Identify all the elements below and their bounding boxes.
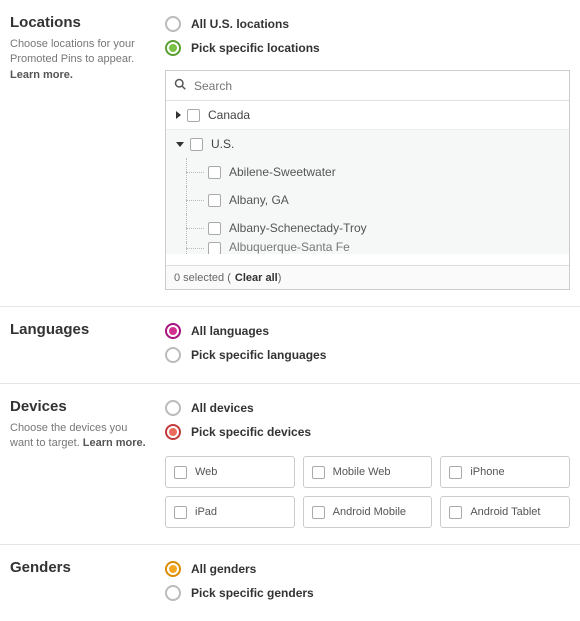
tree-child[interactable]: Albany, GA	[166, 186, 569, 214]
learn-more-link[interactable]: Learn more.	[83, 437, 146, 449]
clear-all-link[interactable]: Clear all	[235, 272, 278, 284]
radio-pick-languages[interactable]: Pick specific languages	[165, 343, 570, 367]
radio-icon	[165, 16, 181, 32]
checkbox[interactable]	[190, 138, 203, 151]
checkbox[interactable]	[208, 194, 221, 207]
checkbox[interactable]	[208, 242, 221, 254]
selected-count: 0 selected	[174, 272, 224, 284]
checkbox[interactable]	[312, 466, 325, 479]
checkbox[interactable]	[174, 506, 187, 519]
section-left: Genders	[10, 557, 165, 605]
caret-right-icon	[176, 111, 181, 119]
radio-pick-genders[interactable]: Pick specific genders	[165, 581, 570, 605]
device-grid: Web Mobile Web iPhone iPad Android Mobil…	[165, 456, 570, 528]
tree-node-us-expanded: U.S. Abilene-Sweetwater Albany, GA	[166, 129, 569, 254]
radio-icon	[165, 424, 181, 440]
section-left: Devices Choose the devices you want to t…	[10, 396, 165, 528]
status-bar: 0 selected (Clear all)	[166, 265, 569, 289]
radio-pick-devices[interactable]: Pick specific devices	[165, 420, 570, 444]
search-bar	[166, 71, 569, 101]
checkbox[interactable]	[187, 109, 200, 122]
section-left: Languages	[10, 319, 165, 367]
tree-child[interactable]: Abilene-Sweetwater	[166, 158, 569, 186]
search-input[interactable]	[192, 78, 561, 94]
search-icon	[174, 78, 186, 93]
radio-all-genders[interactable]: All genders	[165, 557, 570, 581]
section-right: All U.S. locations Pick specific locatio…	[165, 12, 570, 290]
radio-all-languages[interactable]: All languages	[165, 319, 570, 343]
radio-icon	[165, 323, 181, 339]
checkbox[interactable]	[208, 166, 221, 179]
checkbox[interactable]	[449, 466, 462, 479]
device-option-iphone[interactable]: iPhone	[440, 456, 570, 488]
section-right: All genders Pick specific genders	[165, 557, 570, 605]
radio-pick-locations[interactable]: Pick specific locations	[165, 36, 570, 60]
section-languages: Languages All languages Pick specific la…	[0, 307, 580, 384]
section-title: Languages	[10, 321, 153, 338]
section-devices: Devices Choose the devices you want to t…	[0, 384, 580, 545]
section-title: Locations	[10, 14, 153, 31]
section-title: Genders	[10, 559, 153, 576]
device-option-ipad[interactable]: iPad	[165, 496, 295, 528]
section-locations: Locations Choose locations for your Prom…	[0, 0, 580, 307]
radio-all-locations[interactable]: All U.S. locations	[165, 12, 570, 36]
section-description: Choose locations for your Promoted Pins …	[10, 37, 153, 83]
location-tree[interactable]: Canada U.S. Abilene-Sweetwater	[166, 101, 569, 265]
radio-icon	[165, 585, 181, 601]
learn-more-link[interactable]: Learn more.	[10, 69, 73, 81]
tree-child[interactable]: Albany-Schenectady-Troy	[166, 214, 569, 242]
section-left: Locations Choose locations for your Prom…	[10, 12, 165, 290]
section-genders: Genders All genders Pick specific gender…	[0, 545, 580, 621]
tree-child-cutoff[interactable]: Albuquerque-Santa Fe	[166, 242, 569, 254]
tree-node-us[interactable]: U.S.	[166, 130, 569, 158]
device-option-web[interactable]: Web	[165, 456, 295, 488]
device-option-android-mobile[interactable]: Android Mobile	[303, 496, 433, 528]
checkbox[interactable]	[312, 506, 325, 519]
radio-icon	[165, 40, 181, 56]
section-description: Choose the devices you want to target. L…	[10, 421, 153, 452]
radio-icon	[165, 561, 181, 577]
radio-all-devices[interactable]: All devices	[165, 396, 570, 420]
checkbox[interactable]	[174, 466, 187, 479]
checkbox[interactable]	[208, 222, 221, 235]
section-right: All languages Pick specific languages	[165, 319, 570, 367]
caret-down-icon	[176, 142, 184, 147]
section-right: All devices Pick specific devices Web Mo…	[165, 396, 570, 528]
device-option-mobile-web[interactable]: Mobile Web	[303, 456, 433, 488]
tree-node-canada[interactable]: Canada	[166, 101, 569, 129]
radio-icon	[165, 400, 181, 416]
radio-icon	[165, 347, 181, 363]
locations-panel: Canada U.S. Abilene-Sweetwater	[165, 70, 570, 290]
checkbox[interactable]	[449, 506, 462, 519]
device-option-android-tablet[interactable]: Android Tablet	[440, 496, 570, 528]
section-title: Devices	[10, 398, 153, 415]
